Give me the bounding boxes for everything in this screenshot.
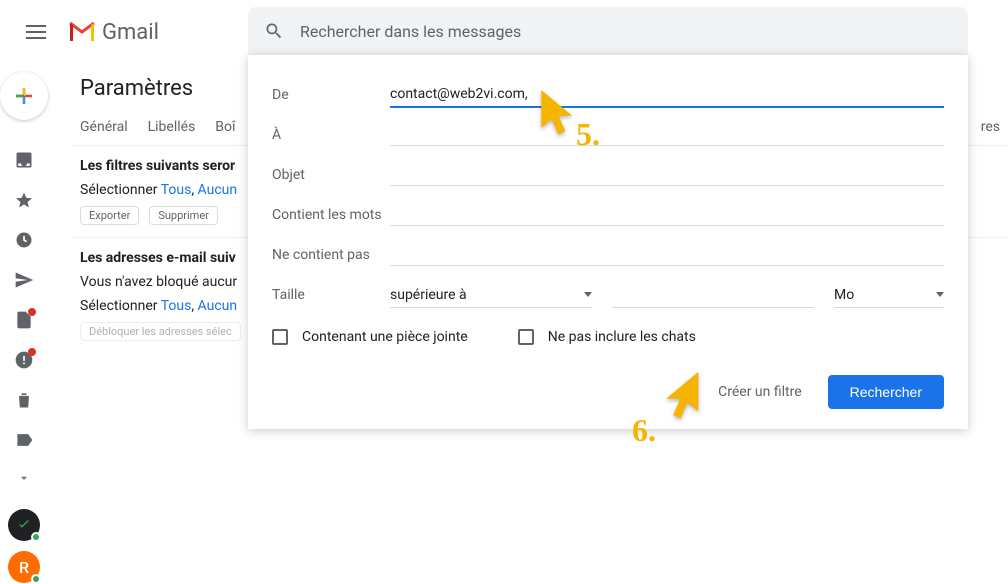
- starred-icon[interactable]: [14, 190, 34, 210]
- avatar-letter: R: [19, 558, 29, 577]
- search-bar[interactable]: Rechercher dans les messages: [248, 7, 968, 55]
- size-value-input[interactable]: [612, 283, 814, 308]
- search-panel: Rechercher dans les messages De contact@…: [248, 0, 968, 429]
- select-none-link-2[interactable]: Aucun: [198, 298, 238, 314]
- not-words-input[interactable]: [390, 244, 944, 266]
- has-attachment-check[interactable]: Contenant une pièce jointe: [272, 329, 468, 345]
- tab-general[interactable]: Général: [80, 119, 128, 135]
- select-label-2: Sélectionner: [80, 298, 158, 314]
- search-placeholder: Rechercher dans les messages: [300, 22, 521, 41]
- tab-inbox[interactable]: Boî: [215, 119, 235, 135]
- to-label: À: [272, 127, 390, 143]
- unblock-button[interactable]: Débloquer les adresses sélec: [80, 322, 241, 341]
- has-words-label: Contient les mots: [272, 207, 390, 223]
- not-words-label: Ne contient pas: [272, 247, 390, 263]
- snoozed-icon[interactable]: [14, 230, 34, 250]
- search-button[interactable]: Rechercher: [828, 375, 944, 409]
- sidebar: R: [0, 64, 48, 583]
- subject-input[interactable]: [390, 164, 944, 186]
- has-words-input[interactable]: [390, 204, 944, 226]
- size-unit-select[interactable]: Mo: [834, 283, 944, 308]
- chevron-down-icon: [584, 292, 592, 297]
- sent-icon[interactable]: [14, 270, 34, 290]
- from-label: De: [272, 87, 390, 103]
- select-all-link-2[interactable]: Tous: [161, 298, 192, 314]
- search-icon: [264, 21, 284, 41]
- export-button[interactable]: Exporter: [80, 206, 139, 225]
- subject-label: Objet: [272, 167, 390, 183]
- drafts-icon[interactable]: [14, 310, 34, 330]
- inbox-icon[interactable]: [14, 150, 34, 170]
- label-icon[interactable]: [14, 430, 34, 450]
- create-filter-link[interactable]: Créer un filtre: [718, 384, 802, 400]
- compose-button[interactable]: [0, 72, 48, 120]
- tab-more[interactable]: res: [981, 119, 1000, 135]
- hangouts-avatar[interactable]: [8, 509, 40, 541]
- chevron-down-icon: [936, 292, 944, 297]
- tab-labels[interactable]: Libellés: [148, 119, 196, 135]
- expand-icon[interactable]: [17, 470, 31, 489]
- select-all-link[interactable]: Tous: [161, 182, 192, 198]
- gmail-logo[interactable]: Gmail: [68, 20, 159, 45]
- to-input[interactable]: [390, 124, 944, 146]
- delete-button[interactable]: Supprimer: [149, 206, 218, 225]
- size-op-select[interactable]: supérieure à: [390, 283, 592, 308]
- select-none-link[interactable]: Aucun: [198, 182, 238, 198]
- important-icon[interactable]: [14, 350, 34, 370]
- size-label: Taille: [272, 287, 390, 303]
- trash-icon[interactable]: [14, 390, 34, 410]
- filter-form: De contact@web2vi.com, À Objet Contient …: [248, 55, 968, 429]
- from-input[interactable]: contact@web2vi.com,: [390, 82, 944, 108]
- exclude-chats-check[interactable]: Ne pas inclure les chats: [518, 329, 696, 345]
- gmail-text: Gmail: [102, 20, 159, 45]
- main-menu-button[interactable]: [12, 8, 60, 56]
- contact-avatar[interactable]: R: [8, 551, 40, 583]
- select-label: Sélectionner: [80, 182, 158, 198]
